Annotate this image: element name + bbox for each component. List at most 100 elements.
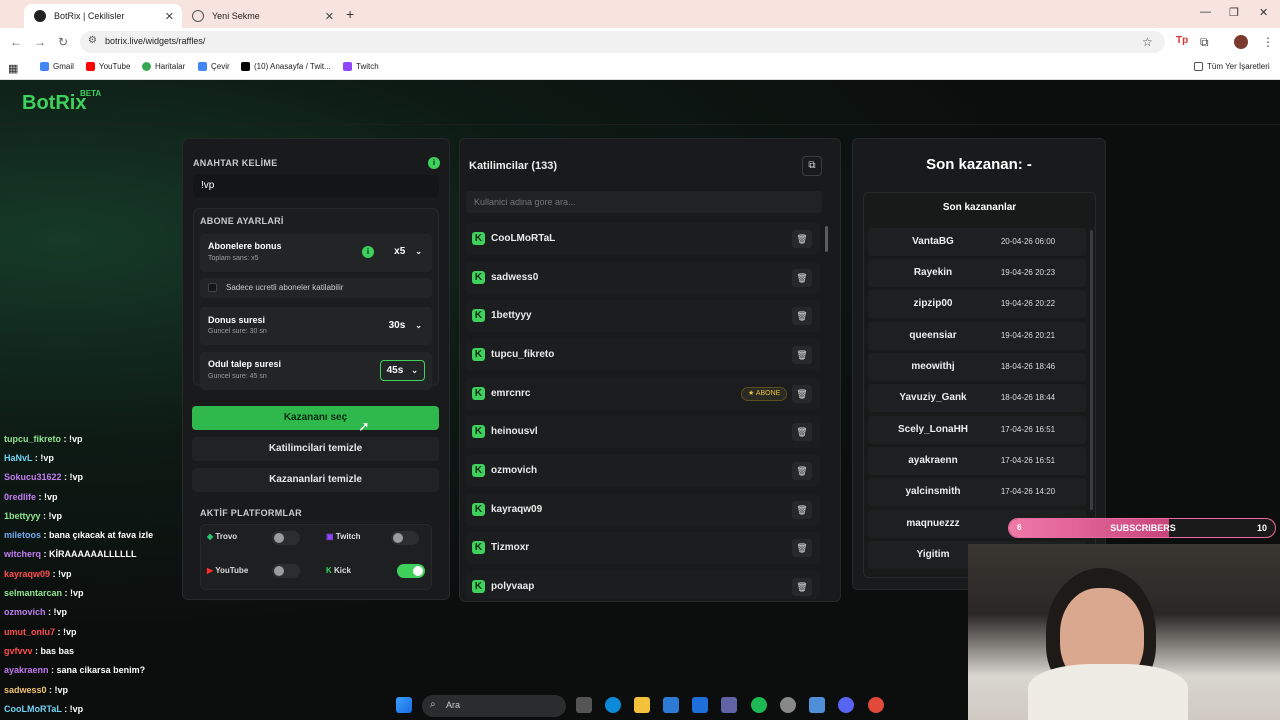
keyword-input[interactable]: !vp xyxy=(193,175,439,197)
kick-toggle[interactable] xyxy=(397,564,425,578)
platform-twitch: ▣ Twitch xyxy=(326,532,361,541)
tab-botrix[interactable]: BotRix | Cekilisler ✕ xyxy=(24,4,182,28)
trash-icon[interactable]: 🗑 xyxy=(792,462,812,480)
beta-badge: BETA xyxy=(80,89,102,98)
clear-participants-button[interactable]: Katilimcilari temizle xyxy=(192,437,439,461)
winner-row: zipzip00 19-04-26 20:22 xyxy=(868,290,1086,318)
bookmark-youtube[interactable]: YouTube xyxy=(86,62,130,71)
trash-icon[interactable]: 🗑 xyxy=(792,423,812,441)
bookmark-maps[interactable]: Haritalar xyxy=(142,62,185,71)
kick-icon: K xyxy=(472,503,485,516)
task-view-icon[interactable] xyxy=(576,697,592,713)
paid-only-checkbox[interactable] xyxy=(208,283,217,292)
chat-username: HaNvL xyxy=(4,453,33,463)
info-icon[interactable]: i xyxy=(362,246,374,258)
edge-icon[interactable] xyxy=(605,697,621,713)
bookmarks-bar: ▦ Gmail YouTube Haritalar Çevir (10) Ana… xyxy=(0,56,1280,80)
reload-icon[interactable]: ↻ xyxy=(58,35,68,49)
bonus-duration-label: Donus suresi xyxy=(208,315,266,325)
bookmark-twitch[interactable]: Twitch xyxy=(343,62,379,71)
trash-icon[interactable]: 🗑 xyxy=(792,539,812,557)
discord-icon[interactable] xyxy=(838,697,854,713)
close-tab-icon[interactable]: ✕ xyxy=(325,10,334,23)
copy-icon[interactable]: ⧉ xyxy=(802,156,822,176)
minimize-icon[interactable]: — xyxy=(1200,6,1211,18)
claim-duration-select[interactable]: 45s ⌄ xyxy=(379,360,425,381)
chat-message: kayraqw09 : !vp xyxy=(4,569,72,579)
tab-new[interactable]: Yeni Sekme ✕ xyxy=(182,4,342,28)
sub-bonus-row: Abonelere bonus Toplam sans: x5 i x5 ⌄ xyxy=(200,234,432,272)
close-tab-icon[interactable]: ✕ xyxy=(165,10,174,23)
menu-icon[interactable]: ⋮ xyxy=(1262,35,1274,49)
all-bookmarks[interactable]: Tüm Yer İşaretleri xyxy=(1194,62,1270,71)
botrix-logo[interactable]: BotRix xyxy=(22,92,86,115)
trash-icon[interactable]: 🗑 xyxy=(792,269,812,287)
extensions-icon[interactable]: ⧉ xyxy=(1200,35,1209,50)
keyword-label: ANAHTAR KELİME xyxy=(193,158,278,168)
trash-icon[interactable]: 🗑 xyxy=(792,501,812,519)
bookmark-gmail[interactable]: Gmail xyxy=(40,62,74,71)
app-icon[interactable] xyxy=(809,697,825,713)
maps-icon xyxy=(142,62,151,71)
pick-winner-button[interactable]: Kazananı seç xyxy=(192,406,439,430)
star-icon[interactable]: ☆ xyxy=(1142,35,1153,49)
trash-icon[interactable]: 🗑 xyxy=(792,385,812,403)
trovo-toggle[interactable] xyxy=(272,531,300,545)
kick-icon: K xyxy=(472,271,485,284)
participants-scrollbar[interactable] xyxy=(825,226,828,252)
trash-icon[interactable]: 🗑 xyxy=(792,346,812,364)
trash-icon[interactable]: 🗑 xyxy=(792,307,812,325)
settings-gear-icon[interactable] xyxy=(780,697,796,713)
platform-trovo: ◆ Trovo xyxy=(207,532,238,541)
profile-avatar[interactable] xyxy=(1234,35,1248,49)
chat-text: : KİRAAAAAALLLLLL xyxy=(41,549,137,559)
extension-icon[interactable]: Tp xyxy=(1176,35,1188,46)
outlook-icon[interactable] xyxy=(692,697,708,713)
keyword-value: !vp xyxy=(201,180,215,191)
back-icon[interactable]: ← xyxy=(10,35,22,49)
forward-icon[interactable]: → xyxy=(34,35,46,49)
address-row: ← → ↻ ⚙ botrix.live/widgets/raffles/ ☆ T… xyxy=(0,28,1280,56)
participant-search-input[interactable] xyxy=(466,191,822,213)
restore-icon[interactable]: ❐ xyxy=(1229,6,1239,19)
chat-message: ozmovich : !vp xyxy=(4,607,67,617)
kick-icon: K xyxy=(472,309,485,322)
winners-scrollbar[interactable] xyxy=(1090,230,1093,510)
chevron-down-icon: ⌄ xyxy=(411,366,418,375)
taskbar-search[interactable]: ⌕ Ara xyxy=(422,695,566,717)
chat-text: : !vp xyxy=(50,569,72,579)
subscriber-goal-bar: 6 SUBSCRIBERS 10 xyxy=(1008,518,1276,538)
site-info-icon[interactable]: ⚙ xyxy=(88,35,97,46)
bonus-duration-select[interactable]: 30s ⌄ xyxy=(389,320,422,331)
file-explorer-icon[interactable] xyxy=(634,697,650,713)
sub-bonus-select[interactable]: x5 ⌄ xyxy=(394,246,422,257)
address-bar[interactable]: ⚙ botrix.live/widgets/raffles/ xyxy=(80,31,1165,53)
participant-row: Kemrcnrc ★ ABONE 🗑 xyxy=(466,378,820,410)
kick-icon: K xyxy=(472,232,485,245)
new-tab-button[interactable]: + xyxy=(346,6,354,22)
platform-youtube: ▶ YouTube xyxy=(207,566,249,575)
store-icon[interactable] xyxy=(663,697,679,713)
bookmark-x[interactable]: (10) Anasayfa / Twit... xyxy=(241,62,331,71)
trash-icon[interactable]: 🗑 xyxy=(792,578,812,596)
chat-username: 1bettyyy xyxy=(4,511,41,521)
teams-icon[interactable] xyxy=(721,697,737,713)
clear-winners-button[interactable]: Kazananlari temizle xyxy=(192,468,439,492)
apps-grid-icon[interactable]: ▦ xyxy=(8,62,18,75)
windows-start-icon[interactable] xyxy=(396,697,412,713)
translate-icon xyxy=(198,62,207,71)
sub-label: SUBSCRIBERS xyxy=(1110,523,1176,533)
info-icon[interactable]: i xyxy=(428,157,440,169)
spotify-icon[interactable] xyxy=(751,697,767,713)
trash-icon[interactable]: 🗑 xyxy=(792,230,812,248)
bookmark-translate[interactable]: Çevir xyxy=(198,62,230,71)
twitch-toggle[interactable] xyxy=(391,531,419,545)
chat-message: 1bettyyy : !vp xyxy=(4,511,62,521)
chrome-icon[interactable] xyxy=(868,697,884,713)
chat-text: : !vp xyxy=(32,453,54,463)
participant-row: K Tizmoxr 🗑 xyxy=(466,532,820,564)
window-close-icon[interactable]: ✕ xyxy=(1259,6,1268,19)
youtube-toggle[interactable] xyxy=(272,564,300,578)
paid-only-row[interactable]: Sadece ucretli aboneler katilabilir xyxy=(200,278,432,298)
chat-message: tupcu_fikreto : !vp xyxy=(4,434,83,444)
